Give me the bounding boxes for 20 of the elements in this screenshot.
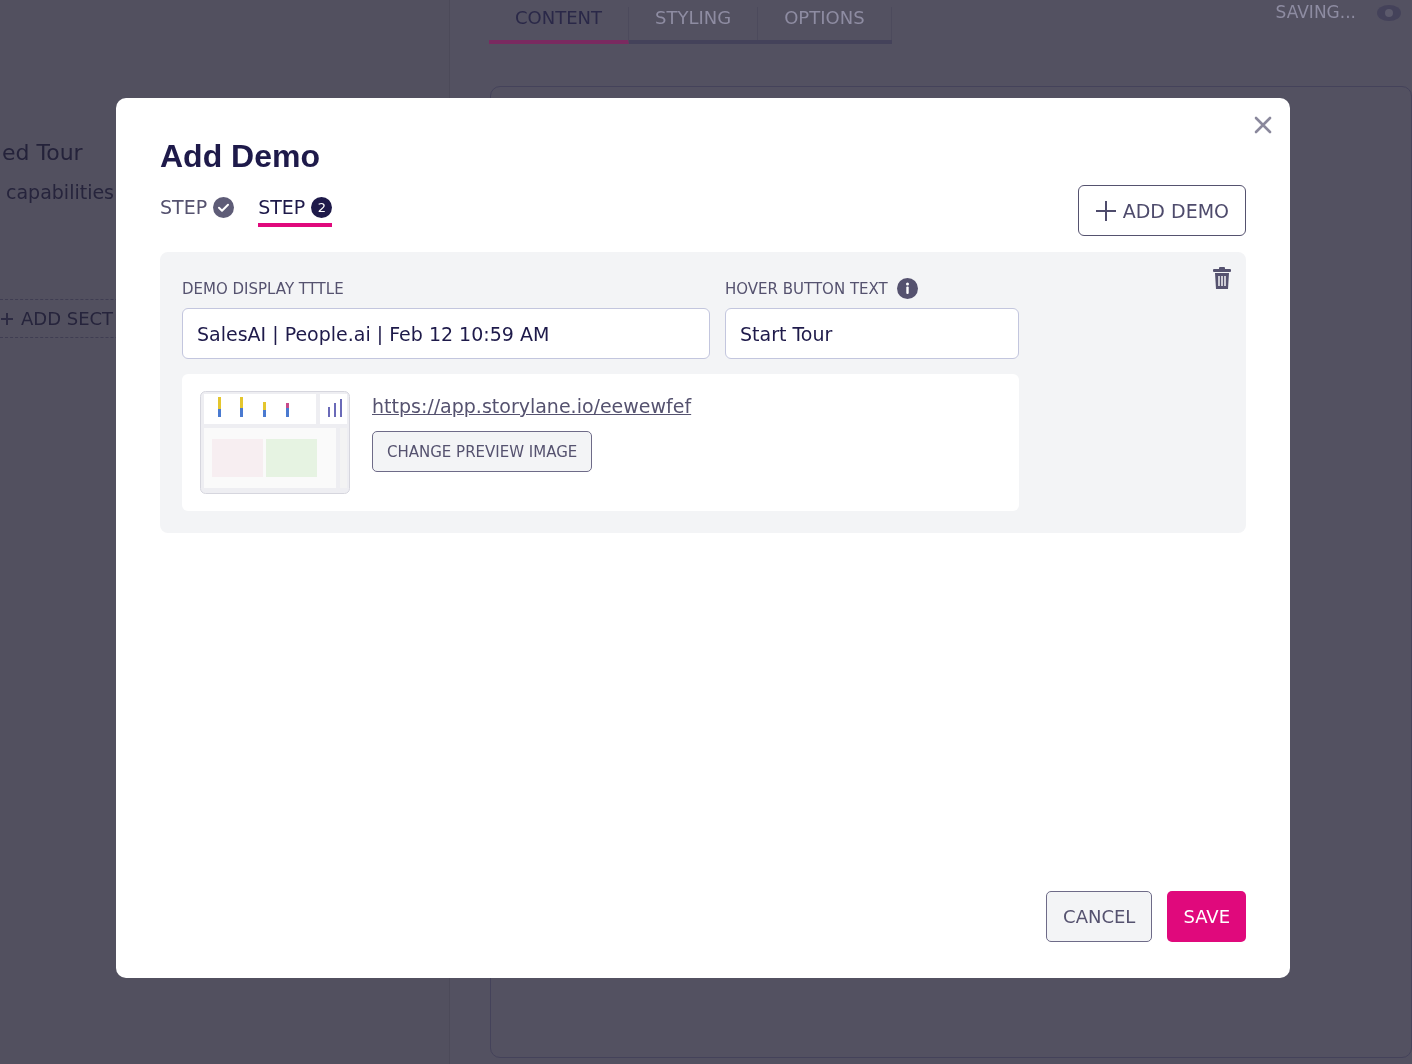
cancel-button[interactable]: CANCEL: [1046, 891, 1153, 942]
demo-url-link[interactable]: https://app.storylane.io/eewewfef: [372, 395, 692, 417]
step-tab[interactable]: STEP: [160, 195, 235, 227]
save-button[interactable]: SAVE: [1167, 891, 1246, 942]
demo-title-field[interactable]: SalesAI | People.ai | Feb 12 10:59 AM: [182, 308, 710, 359]
hover-button-text-field[interactable]: Start Tour: [725, 308, 1019, 359]
add-demo-button[interactable]: ADD DEMO: [1077, 185, 1246, 236]
trash-icon[interactable]: [1213, 267, 1231, 289]
info-icon[interactable]: [896, 278, 918, 299]
plus-icon: [1, 312, 13, 325]
field-label: HOVER BUTTON TEXT: [725, 279, 888, 298]
saving-status: SAVING...: [1275, 2, 1356, 24]
plus-icon: [1094, 199, 1117, 222]
check-circle-icon: [213, 196, 235, 218]
step-tab[interactable]: STEP 2: [258, 195, 333, 227]
field-label: DEMO DISPLAY TTTLE: [182, 278, 345, 299]
dialog-title: Add Demo: [160, 138, 321, 175]
close-icon[interactable]: [1252, 114, 1274, 136]
step-number-badge: 2: [311, 196, 333, 218]
change-preview-image-button[interactable]: CHANGE PREVIEW IMAGE: [372, 431, 593, 472]
